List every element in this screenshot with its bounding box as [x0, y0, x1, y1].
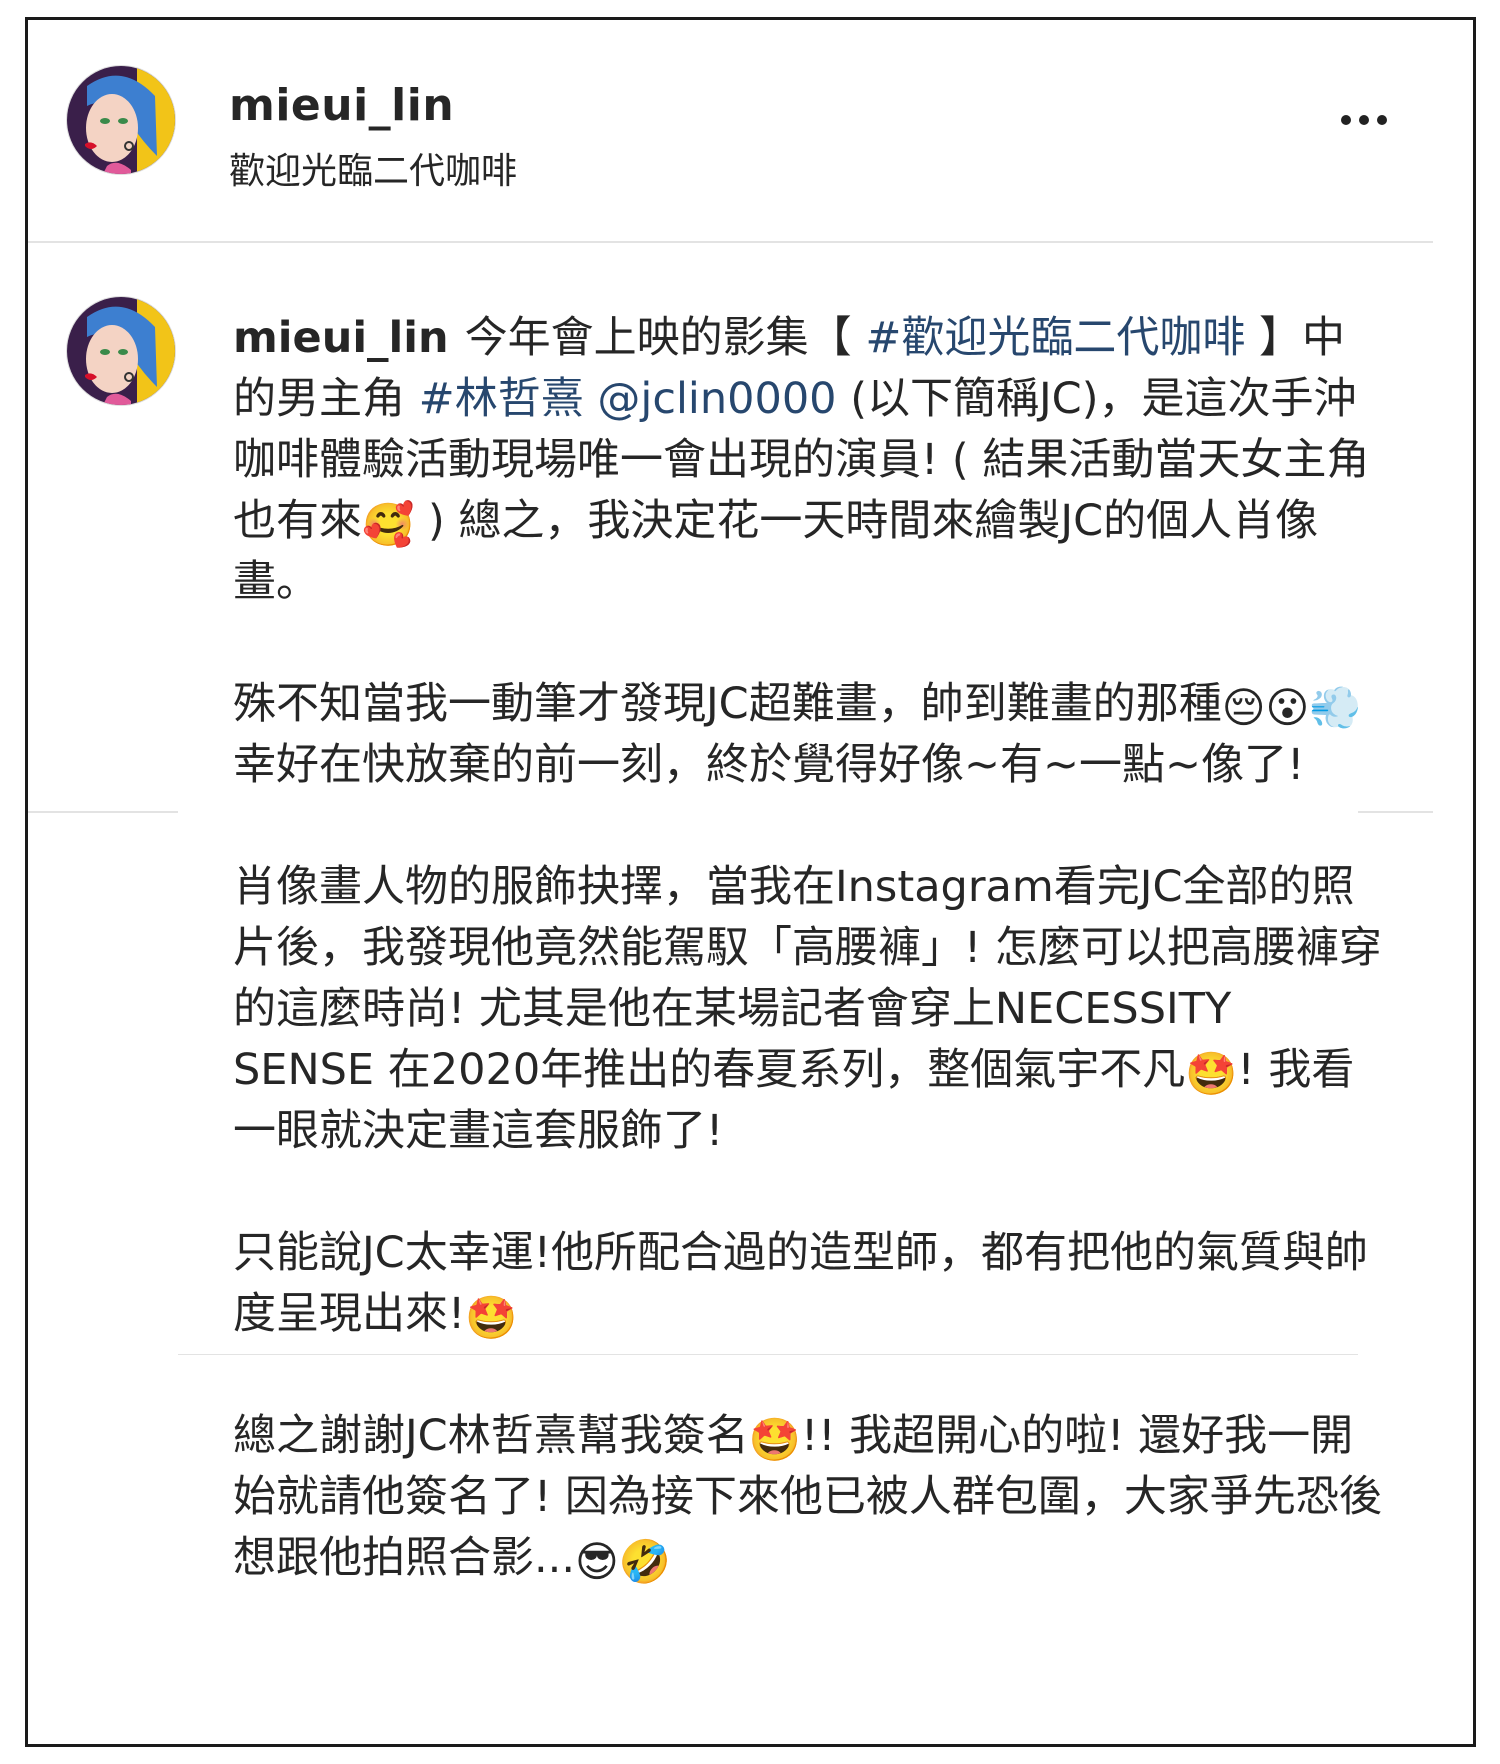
post-author-username[interactable]: mieui_lin: [229, 80, 454, 131]
header-divider: [28, 241, 1433, 243]
caption-text: 幸好在快放棄的前一刻，終於覺得好像~有~一點~像了!: [233, 740, 1305, 790]
caption-text: 總之謝謝JC林哲熹幫我簽名: [233, 1411, 749, 1461]
hashtag-link[interactable]: #林哲熹: [419, 374, 584, 424]
sunglasses-emoji-icon: 😎: [575, 1537, 619, 1586]
avatar-illustration-icon: [67, 297, 175, 405]
avatar[interactable]: [67, 66, 175, 174]
post-card: mieui_lin 歡迎光臨二代咖啡 mieui_lin 今年會上映的影集【 #歡…: [25, 17, 1476, 1747]
mention-link[interactable]: @jclin0000: [597, 374, 836, 424]
caption-paragraph: 肖像畫人物的服飾抉擇，當我在Instagram看完JC全部的照片後，我發現他竟然…: [233, 857, 1383, 1162]
post-caption: mieui_lin 今年會上映的影集【 #歡迎光臨二代咖啡 】中的男主角 #林哲熹…: [233, 308, 1383, 1650]
caption-text: 殊不知當我一動筆才發現JC超難畫，帥到難畫的那種: [233, 679, 1222, 729]
star-struck-emoji-icon: 🤩: [1185, 1049, 1238, 1098]
avatar-illustration-icon: [67, 66, 175, 174]
surprised-emoji-icon: 😮: [1265, 683, 1310, 732]
smiling-hearts-emoji-icon: 🥰: [362, 500, 415, 549]
divider-segment: [28, 811, 178, 813]
caption-paragraph: 殊不知當我一動筆才發現JC超難畫，帥到難畫的那種😔😮💨 幸好在快放棄的前一刻，終…: [233, 674, 1383, 796]
dash-emoji-icon: 💨: [1309, 683, 1362, 732]
caption-text: [584, 374, 598, 424]
more-options-button[interactable]: [1318, 100, 1410, 140]
hashtag-link[interactable]: #歡迎光臨二代咖啡: [865, 313, 1245, 363]
caption-text: 今年會上映的影集【: [464, 313, 866, 363]
star-struck-emoji-icon: 🤩: [465, 1293, 518, 1342]
pensive-emoji-icon: 😔: [1221, 683, 1266, 732]
caption-username[interactable]: mieui_lin: [233, 313, 449, 363]
more-horizontal-icon-dot: [1359, 115, 1369, 125]
more-horizontal-icon: [1341, 115, 1351, 125]
caption-paragraph: 只能說JC太幸運!他所配合過的造型師，都有把他的氣質與帥度呈現出來!🤩: [233, 1223, 1383, 1345]
caption-avatar[interactable]: [67, 297, 175, 405]
star-struck-emoji-icon: 🤩: [748, 1415, 802, 1464]
rofl-emoji-icon: 🤣: [618, 1537, 672, 1586]
post-location[interactable]: 歡迎光臨二代咖啡: [229, 142, 517, 194]
more-horizontal-icon-dot: [1377, 115, 1387, 125]
caption-text: 只能說JC太幸運!他所配合過的造型師，都有把他的氣質與帥度呈現出來!: [233, 1228, 1368, 1339]
caption-paragraph: mieui_lin 今年會上映的影集【 #歡迎光臨二代咖啡 】中的男主角 #林哲熹…: [233, 308, 1383, 613]
caption-paragraph: 總之謝謝JC林哲熹幫我簽名🤩!! 我超開心的啦! 還好我一開始就請他簽名了! 因…: [233, 1406, 1383, 1589]
